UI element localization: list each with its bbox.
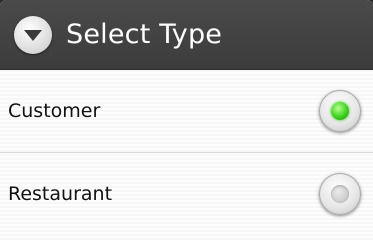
option-list: Customer Restaurant xyxy=(0,70,373,240)
radio-selected-indicator xyxy=(331,102,349,120)
radio-button-customer[interactable] xyxy=(319,90,361,132)
option-label: Customer xyxy=(8,100,101,122)
option-label: Restaurant xyxy=(8,183,113,205)
option-restaurant[interactable]: Restaurant xyxy=(0,153,373,235)
option-customer[interactable]: Customer xyxy=(0,70,373,152)
radio-unselected-indicator xyxy=(331,185,349,203)
dialog-title: Select Type xyxy=(66,19,223,50)
radio-button-restaurant[interactable] xyxy=(319,173,361,215)
chevron-down-circle-icon xyxy=(14,15,52,54)
select-type-dialog: Select Type Customer Restaurant xyxy=(0,0,373,240)
dialog-titlebar: Select Type xyxy=(0,0,373,70)
